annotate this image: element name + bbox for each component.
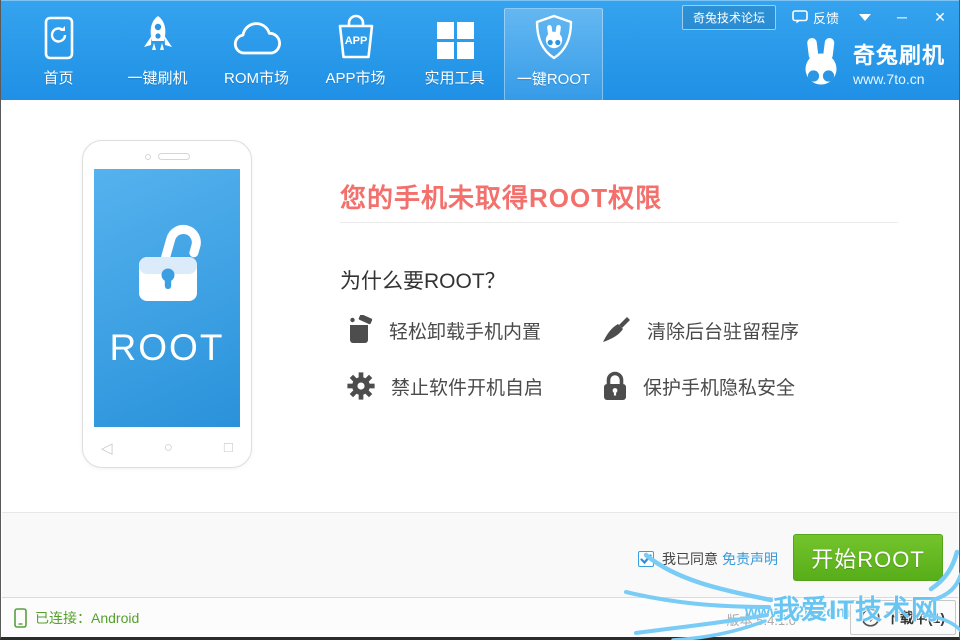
feedback-label: 反馈 [813, 8, 839, 27]
cloud-icon [231, 8, 283, 60]
connection-text: 已连接：Android [35, 608, 139, 628]
check-icon [640, 554, 652, 565]
shield-rabbit-icon [532, 9, 576, 61]
main-content: ROOT ◁ ○ □ 您的手机未取得ROOT权限 为什么要ROOT？ 轻松卸载手… [2, 100, 958, 512]
divider [340, 222, 898, 223]
gear-icon [346, 371, 376, 401]
nav-item-app-market[interactable]: APP APP市场 [306, 8, 405, 101]
brush-icon [602, 315, 632, 345]
android-recent-icon: □ [224, 439, 233, 457]
disclaimer-link[interactable]: 免责声明 [722, 549, 778, 569]
nav-label: 一键ROOT [517, 68, 590, 89]
version-label: 版本:5.4.1.0 [727, 610, 796, 629]
page-title: 您的手机未取得ROOT权限 [340, 178, 662, 215]
feature-autostart: 禁止软件开机自启 [346, 371, 602, 401]
feature-label: 轻松卸载手机内置 [389, 317, 541, 344]
nav-label: 一键刷机 [127, 67, 187, 88]
titlebar-controls: 奇兔技术论坛 反馈 ─ ✕ [682, 5, 951, 29]
agree-label: 我已同意 [662, 549, 718, 569]
connected-phone-icon [14, 608, 27, 628]
nav-item-home[interactable]: 首页 [9, 8, 108, 101]
forum-button[interactable]: 奇兔技术论坛 [682, 5, 776, 30]
feature-label: 保护手机隐私安全 [643, 373, 795, 400]
minimize-button[interactable]: ─ [891, 9, 913, 25]
main-nav: 首页 一键刷机 ROM市场 APP APP市场 [9, 1, 603, 101]
why-root-heading: 为什么要ROOT？ [340, 265, 506, 295]
lock-icon [602, 371, 628, 401]
feature-uninstall: 轻松卸载手机内置 [346, 315, 602, 345]
feature-label: 清除后台驻留程序 [647, 317, 799, 344]
phone-speaker [83, 153, 251, 160]
nav-item-rom-market[interactable]: ROM市场 [207, 8, 306, 101]
connection-status: 已连接：Android [14, 598, 139, 637]
uninstall-box-icon [346, 315, 374, 345]
header: 首页 一键刷机 ROM市场 APP APP市场 [1, 0, 959, 100]
android-back-icon: ◁ [101, 439, 113, 457]
download-label: 下载中(1) [886, 608, 945, 628]
close-button[interactable]: ✕ [929, 9, 951, 26]
speech-bubble-icon [792, 10, 808, 24]
nav-label: 实用工具 [424, 67, 484, 88]
feature-label: 禁止软件开机自启 [391, 373, 543, 400]
nav-item-root[interactable]: 一键ROOT [504, 8, 603, 101]
feedback-button[interactable]: 反馈 [792, 8, 839, 27]
feature-list: 轻松卸载手机内置 清除后台驻留程序 [346, 315, 799, 401]
home-phone-refresh-icon [42, 8, 76, 60]
phone-nav-buttons: ◁ ○ □ [101, 439, 233, 457]
action-bar: 我已同意 免责声明 开始ROOT [2, 512, 958, 597]
nav-label: ROM市场 [224, 67, 289, 88]
nav-label: APP市场 [325, 67, 385, 88]
brand-url: www.7to.cn [853, 71, 945, 87]
start-root-button[interactable]: 开始ROOT [793, 534, 943, 581]
open-lock-icon [119, 217, 215, 313]
agree-checkbox[interactable] [638, 551, 654, 567]
status-bar: 已连接：Android 版本:5.4.1.0 下载中(1) [2, 597, 958, 637]
agree-row: 我已同意 免责声明 [638, 549, 778, 569]
nav-item-tools[interactable]: 实用工具 [405, 8, 504, 101]
svg-text:APP: APP [344, 35, 367, 47]
phone-screen: ROOT [94, 169, 240, 427]
rabbit-logo-icon [800, 37, 844, 87]
feature-clean: 清除后台驻留程序 [602, 315, 799, 345]
phone-illustration: ROOT ◁ ○ □ [82, 140, 252, 468]
feature-privacy: 保护手机隐私安全 [602, 371, 799, 401]
brand-logo: 奇兔刷机 www.7to.cn [800, 37, 945, 87]
menu-dropdown-icon[interactable] [859, 14, 871, 21]
grid-icon [435, 8, 475, 60]
rocket-icon [139, 8, 177, 60]
download-icon [861, 608, 880, 627]
android-home-icon: ○ [164, 439, 173, 457]
app-window: 首页 一键刷机 ROM市场 APP APP市场 [0, 0, 960, 640]
phone-screen-label: ROOT [94, 327, 240, 369]
nav-item-flash[interactable]: 一键刷机 [108, 8, 207, 101]
download-button[interactable]: 下载中(1) [850, 600, 956, 635]
nav-label: 首页 [43, 67, 73, 88]
brand-name: 奇兔刷机 [853, 38, 945, 70]
app-bag-icon: APP [334, 8, 378, 60]
